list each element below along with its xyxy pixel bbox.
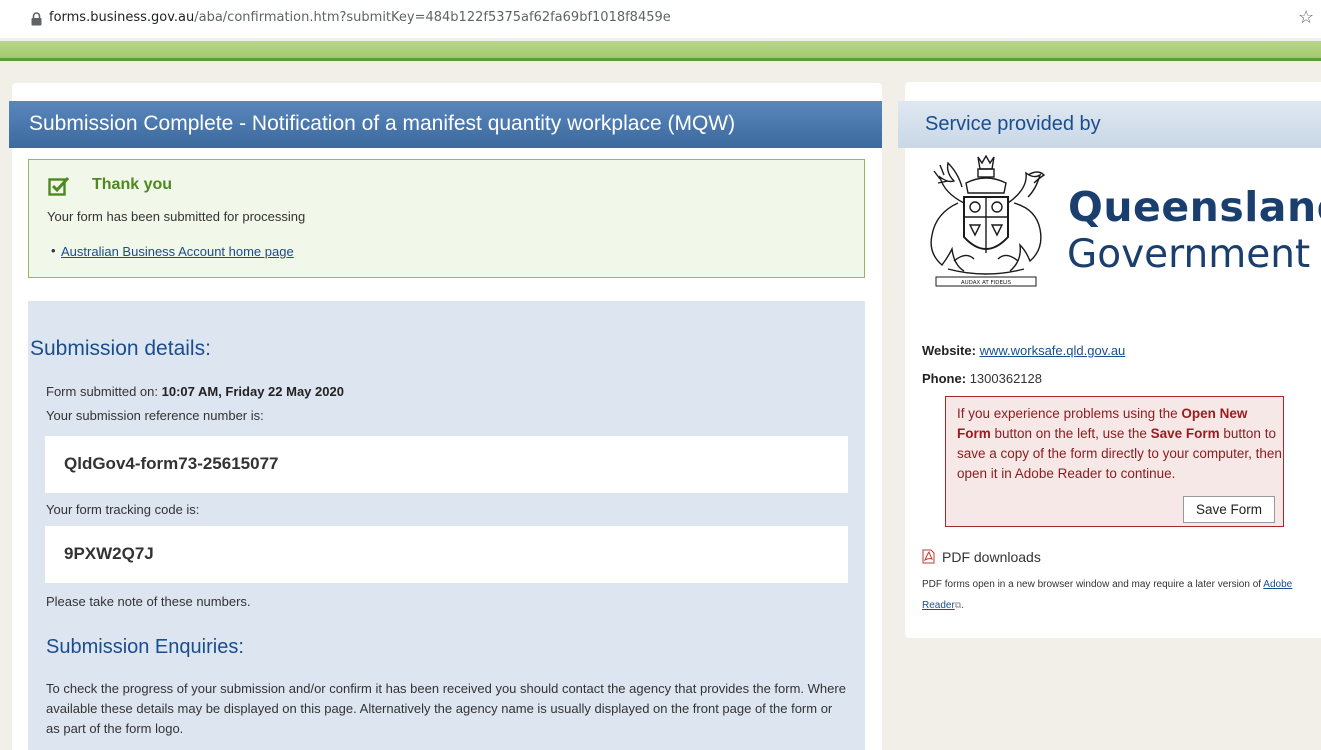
government-wordmark: Government bbox=[1067, 232, 1311, 277]
phone-number: 1300362128 bbox=[969, 371, 1042, 386]
pdf-downloads-heading: PDF downloads bbox=[942, 549, 1041, 565]
submitted-on-value: 10:07 AM, Friday 22 May 2020 bbox=[161, 384, 344, 399]
submission-details-heading: Submission details: bbox=[30, 337, 211, 360]
phone-line: Phone: 1300362128 bbox=[922, 371, 1042, 386]
submission-enquiries-heading: Submission Enquiries: bbox=[46, 636, 244, 658]
warning-text-2: button on the left, use the bbox=[990, 426, 1151, 441]
submitted-on-label: Form submitted on: bbox=[46, 384, 162, 399]
queensland-wordmark: Queensland bbox=[1068, 183, 1321, 231]
website-line: Website: www.worksafe.qld.gov.au bbox=[922, 343, 1125, 358]
enquiries-text: To check the progress of your submission… bbox=[46, 681, 846, 736]
success-message-box: Thank you Your form has been submitted f… bbox=[28, 159, 865, 278]
submitted-on-line: Form submitted on: 10:07 AM, Friday 22 M… bbox=[46, 384, 344, 399]
thank-you-title: Thank you bbox=[92, 176, 173, 193]
aba-home-link[interactable]: Australian Business Account home page bbox=[61, 244, 294, 259]
submitted-message: Your form has been submitted for process… bbox=[47, 209, 306, 224]
external-link-icon: ⧉ bbox=[954, 600, 962, 610]
crest-motto: AUDAX AT FIDELIS bbox=[961, 280, 1012, 286]
take-note-text: Please take note of these numbers. bbox=[46, 594, 251, 609]
reference-label: Your submission reference number is: bbox=[46, 408, 264, 423]
phone-label: Phone: bbox=[922, 371, 967, 386]
url-text[interactable]: forms.business.gov.au/aba/confirmation.h… bbox=[49, 10, 671, 25]
bookmark-star-icon[interactable]: ☆ bbox=[1298, 7, 1314, 28]
pdf-note: PDF forms open in a new browser window a… bbox=[922, 579, 1293, 611]
reference-number: QldGov4-form73-25615077 bbox=[45, 436, 848, 493]
warning-text-1: If you experience problems using the bbox=[957, 406, 1182, 421]
warning-save-form: Save Form bbox=[1150, 426, 1220, 441]
checkbox-tick-icon bbox=[48, 176, 70, 196]
url-path: /aba/confirmation.htm?submitKey=484b122f… bbox=[194, 10, 671, 25]
pdf-note-text: PDF forms open in a new browser window a… bbox=[922, 579, 1264, 590]
submission-details-section: Submission details: Form submitted on: 1… bbox=[28, 301, 865, 750]
website-link[interactable]: www.worksafe.qld.gov.au bbox=[980, 343, 1126, 358]
service-provided-title: Service provided by bbox=[898, 101, 1321, 148]
site-header-band bbox=[0, 41, 1321, 61]
save-form-button[interactable]: Save Form bbox=[1183, 496, 1275, 523]
lock-icon bbox=[31, 12, 42, 26]
website-label: Website: bbox=[922, 343, 976, 358]
pdf-icon bbox=[922, 549, 935, 564]
page-title: Submission Complete - Notification of a … bbox=[9, 101, 882, 148]
queensland-crest-logo: AUDAX AT FIDELIS bbox=[930, 154, 1046, 287]
browser-address-bar[interactable]: forms.business.gov.au/aba/confirmation.h… bbox=[0, 0, 1321, 38]
url-host: forms.business.gov.au bbox=[49, 10, 195, 25]
tracking-code: 9PXW2Q7J bbox=[45, 526, 848, 583]
list-item: Australian Business Account home page bbox=[51, 243, 294, 259]
tracking-label: Your form tracking code is: bbox=[46, 502, 200, 517]
